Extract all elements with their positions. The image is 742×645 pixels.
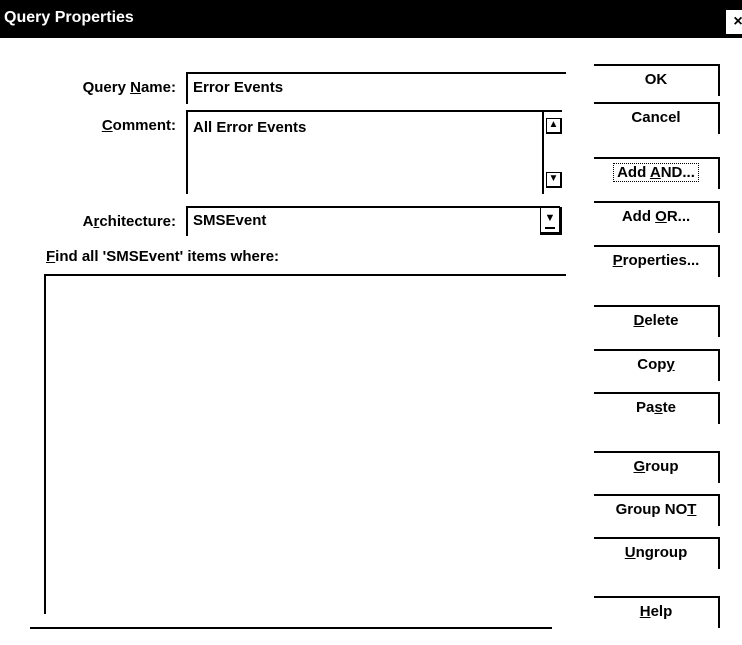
cancel-button[interactable]: Cancel bbox=[594, 102, 720, 134]
find-items-label: Find all 'SMSEvent' items where: bbox=[46, 248, 280, 265]
comment-label: Comment: bbox=[101, 117, 176, 134]
group-not-button[interactable]: Group NOT bbox=[594, 494, 720, 526]
comment-scrollbar[interactable]: ▲ ▼ bbox=[542, 112, 562, 194]
title-bar: Query Properties × bbox=[0, 0, 742, 38]
scroll-up-icon[interactable]: ▲ bbox=[546, 118, 562, 134]
window-title: Query Properties bbox=[4, 9, 134, 26]
help-button[interactable]: Help bbox=[594, 596, 720, 628]
ungroup-button[interactable]: Ungroup bbox=[594, 537, 720, 569]
architecture-select[interactable]: SMSEvent ▼ bbox=[186, 206, 562, 236]
query-name-field[interactable]: Error Events bbox=[186, 72, 566, 104]
group-button[interactable]: Group bbox=[594, 451, 720, 483]
paste-button[interactable]: Paste bbox=[594, 392, 720, 424]
copy-button[interactable]: Copy bbox=[594, 349, 720, 381]
add-and-button[interactable]: Add AND... bbox=[594, 157, 720, 189]
architecture-label: Architecture: bbox=[82, 213, 176, 230]
chevron-down-icon: ▼ bbox=[544, 212, 556, 224]
close-button[interactable]: × bbox=[726, 10, 742, 34]
query-name-value: Error Events bbox=[193, 79, 284, 96]
add-or-button[interactable]: Add OR... bbox=[594, 201, 720, 233]
delete-button[interactable]: Delete bbox=[594, 305, 720, 337]
scroll-down-icon[interactable]: ▼ bbox=[546, 172, 562, 188]
comment-field[interactable]: All Error Events ▲ ▼ bbox=[186, 110, 562, 194]
query-name-label: Query Name: bbox=[82, 79, 176, 96]
criteria-list[interactable] bbox=[44, 274, 566, 614]
dialog-bottom-border bbox=[30, 627, 552, 629]
close-icon: × bbox=[733, 13, 742, 30]
dropdown-arrow-button[interactable]: ▼ bbox=[540, 207, 562, 235]
properties-button[interactable]: Properties... bbox=[594, 245, 720, 277]
comment-value: All Error Events bbox=[193, 119, 307, 136]
architecture-value: SMSEvent bbox=[193, 212, 267, 229]
ok-button[interactable]: OK bbox=[594, 64, 720, 96]
